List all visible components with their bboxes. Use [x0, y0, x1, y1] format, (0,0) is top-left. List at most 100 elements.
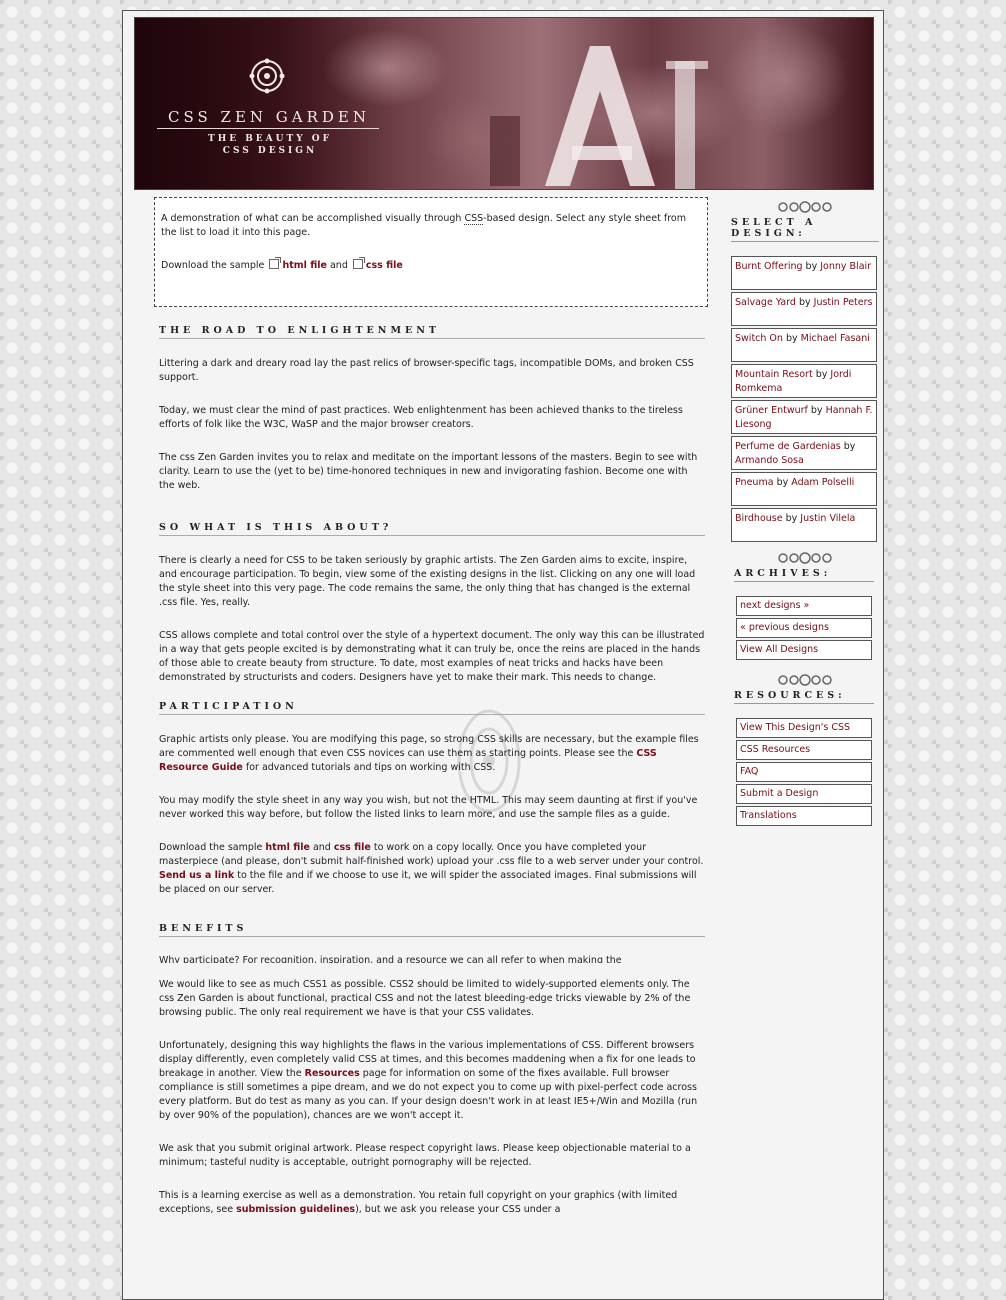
ornament-icon: [778, 674, 832, 686]
view-design-css-link[interactable]: View This Design's CSS: [736, 718, 872, 738]
text: for advanced tutorials and tips on worki…: [242, 762, 496, 773]
section-heading: PARTICIPATION: [159, 693, 705, 715]
archives-heading: ARCHIVES:: [734, 564, 874, 582]
paragraph: The css Zen Garden invites you to relax …: [159, 452, 698, 491]
paragraph: Download the sample html file and css fi…: [159, 841, 705, 897]
site-title: CSS ZEN GARDEN: [167, 108, 370, 126]
next-designs-link[interactable]: next designs »: [736, 596, 872, 616]
page-container: CSS ZEN GARDEN THE BEAUTY OF CSS DESIGN …: [122, 10, 884, 1300]
by-text: by: [810, 405, 823, 416]
ornament-icon: [778, 552, 832, 564]
resources-heading: RESOURCES:: [734, 686, 874, 704]
paragraph: Unfortunately, designing this way highli…: [159, 1039, 705, 1123]
faq-link[interactable]: FAQ: [736, 762, 872, 782]
intro-box: A demonstration of what can be accomplis…: [154, 197, 708, 307]
intro-text-before: A demonstration of what can be accomplis…: [161, 213, 465, 224]
paragraph: Today, we must clear the mind of past pr…: [159, 405, 683, 430]
by-text: by: [843, 441, 856, 452]
by-text: by: [785, 333, 798, 344]
paragraph: We ask that you submit original artwork.…: [159, 1143, 691, 1168]
design-author[interactable]: Justin Peters: [814, 297, 873, 308]
submit-design-link[interactable]: Submit a Design: [736, 784, 872, 804]
design-item[interactable]: Switch On by Michael Fasani: [731, 328, 877, 362]
zen-logo-icon: [249, 58, 285, 94]
design-name[interactable]: Burnt Offering: [735, 261, 803, 272]
design-author[interactable]: Adam Polselli: [791, 477, 854, 488]
by-text: by: [798, 297, 811, 308]
design-item[interactable]: Birdhouse by Justin Vilela: [731, 508, 877, 542]
section-participation: PARTICIPATION Graphic artists only pleas…: [159, 693, 705, 897]
design-author[interactable]: Michael Fasani: [801, 333, 870, 344]
and-text: and: [329, 260, 348, 271]
site-header: CSS ZEN GARDEN THE BEAUTY OF CSS DESIGN: [134, 17, 874, 190]
site-tagline: THE BEAUTY OF CSS DESIGN: [208, 134, 332, 156]
download-line: Download the sample html file and css fi…: [161, 257, 701, 273]
design-name[interactable]: Switch On: [735, 333, 783, 344]
title-divider: [157, 128, 379, 129]
by-text: by: [805, 261, 818, 272]
design-item[interactable]: Pneuma by Adam Polselli: [731, 472, 877, 506]
paragraph: Graphic artists only please. You are mod…: [159, 733, 705, 775]
design-list: Burnt Offering by Jonny Blair Salvage Ya…: [731, 256, 879, 542]
css-resources-link[interactable]: CSS Resources: [736, 740, 872, 760]
section-heading: THE ROAD TO ENLIGHTENMENT: [159, 317, 705, 339]
paragraph: CSS allows complete and total control ov…: [159, 630, 705, 683]
text: and: [309, 842, 334, 853]
previous-designs-link[interactable]: « previous designs: [736, 618, 872, 638]
paragraph-clipped: Why participate? For recognition, inspir…: [159, 955, 622, 963]
resources-link[interactable]: Resources: [305, 1068, 360, 1079]
css-file-link[interactable]: css file: [334, 842, 371, 853]
design-item[interactable]: Perfume de Gardenias by Armando Sosa: [731, 436, 877, 470]
design-name[interactable]: Pneuma: [735, 477, 774, 488]
sidebar: SELECT A DESIGN: Burnt Offering by Jonny…: [731, 201, 879, 828]
section-heading: BENEFITS: [159, 915, 705, 937]
paragraph: There is clearly a need for CSS to be ta…: [159, 555, 696, 608]
resources-list: View This Design's CSS CSS Resources FAQ…: [731, 718, 879, 826]
letter-a-graphic: [490, 46, 708, 189]
html-file-link[interactable]: html file: [282, 260, 327, 271]
section-road: THE ROAD TO ENLIGHTENMENT Littering a da…: [159, 317, 705, 493]
text: to the file and if we choose to use it, …: [159, 870, 697, 895]
paragraph: You may modify the style sheet in any wa…: [159, 795, 698, 820]
design-author[interactable]: Armando Sosa: [735, 455, 804, 466]
external-link-icon: [269, 257, 282, 269]
design-item[interactable]: Mountain Resort by Jordi Romkema: [731, 364, 877, 398]
send-link[interactable]: Send us a link: [159, 870, 234, 881]
by-text: by: [785, 513, 798, 524]
select-design-heading: SELECT A DESIGN:: [731, 213, 879, 242]
css-file-link[interactable]: css file: [366, 260, 403, 271]
ornament-icon: [778, 201, 832, 213]
design-name[interactable]: Birdhouse: [735, 513, 783, 524]
design-name[interactable]: Mountain Resort: [735, 369, 813, 380]
external-link-icon: [352, 257, 365, 269]
design-item[interactable]: Burnt Offering by Jonny Blair: [731, 256, 877, 290]
header-shade: [135, 18, 395, 189]
design-name[interactable]: Grüner Entwurf: [735, 405, 808, 416]
main-content: THE ROAD TO ENLIGHTENMENT Littering a da…: [159, 317, 705, 1217]
text: Graphic artists only please. You are mod…: [159, 734, 699, 759]
paragraph: We would like to see as much CSS1 as pos…: [159, 979, 691, 1018]
section-benefits: BENEFITS Why participate? For recognitio…: [159, 915, 705, 1217]
section-about: SO WHAT IS THIS ABOUT? There is clearly …: [159, 514, 705, 685]
submission-guidelines-link[interactable]: submission guidelines: [236, 1204, 355, 1215]
archives-list: next designs » « previous designs View A…: [731, 596, 879, 660]
design-item[interactable]: Grüner Entwurf by Hannah F. Liesong: [731, 400, 877, 434]
text: ), but we ask you release your CSS under…: [355, 1204, 561, 1215]
view-all-designs-link[interactable]: View All Designs: [736, 640, 872, 660]
design-name[interactable]: Salvage Yard: [735, 297, 796, 308]
design-author[interactable]: Justin Vilela: [800, 513, 855, 524]
design-item[interactable]: Salvage Yard by Justin Peters: [731, 292, 877, 326]
css-abbr: CSS: [464, 213, 484, 225]
text: Download the sample: [159, 842, 266, 853]
by-text: by: [776, 477, 789, 488]
design-name[interactable]: Perfume de Gardenias: [735, 441, 841, 452]
download-prefix: Download the sample: [161, 260, 265, 271]
by-text: by: [815, 369, 828, 380]
intro-text: A demonstration of what can be accomplis…: [161, 212, 701, 240]
paragraph: This is a learning exercise as well as a…: [159, 1189, 705, 1217]
section-heading: SO WHAT IS THIS ABOUT?: [159, 514, 705, 536]
design-author[interactable]: Jonny Blair: [820, 261, 871, 272]
html-file-link[interactable]: html file: [265, 842, 310, 853]
paragraph: Littering a dark and dreary road lay the…: [159, 358, 694, 383]
translations-link[interactable]: Translations: [736, 806, 872, 826]
